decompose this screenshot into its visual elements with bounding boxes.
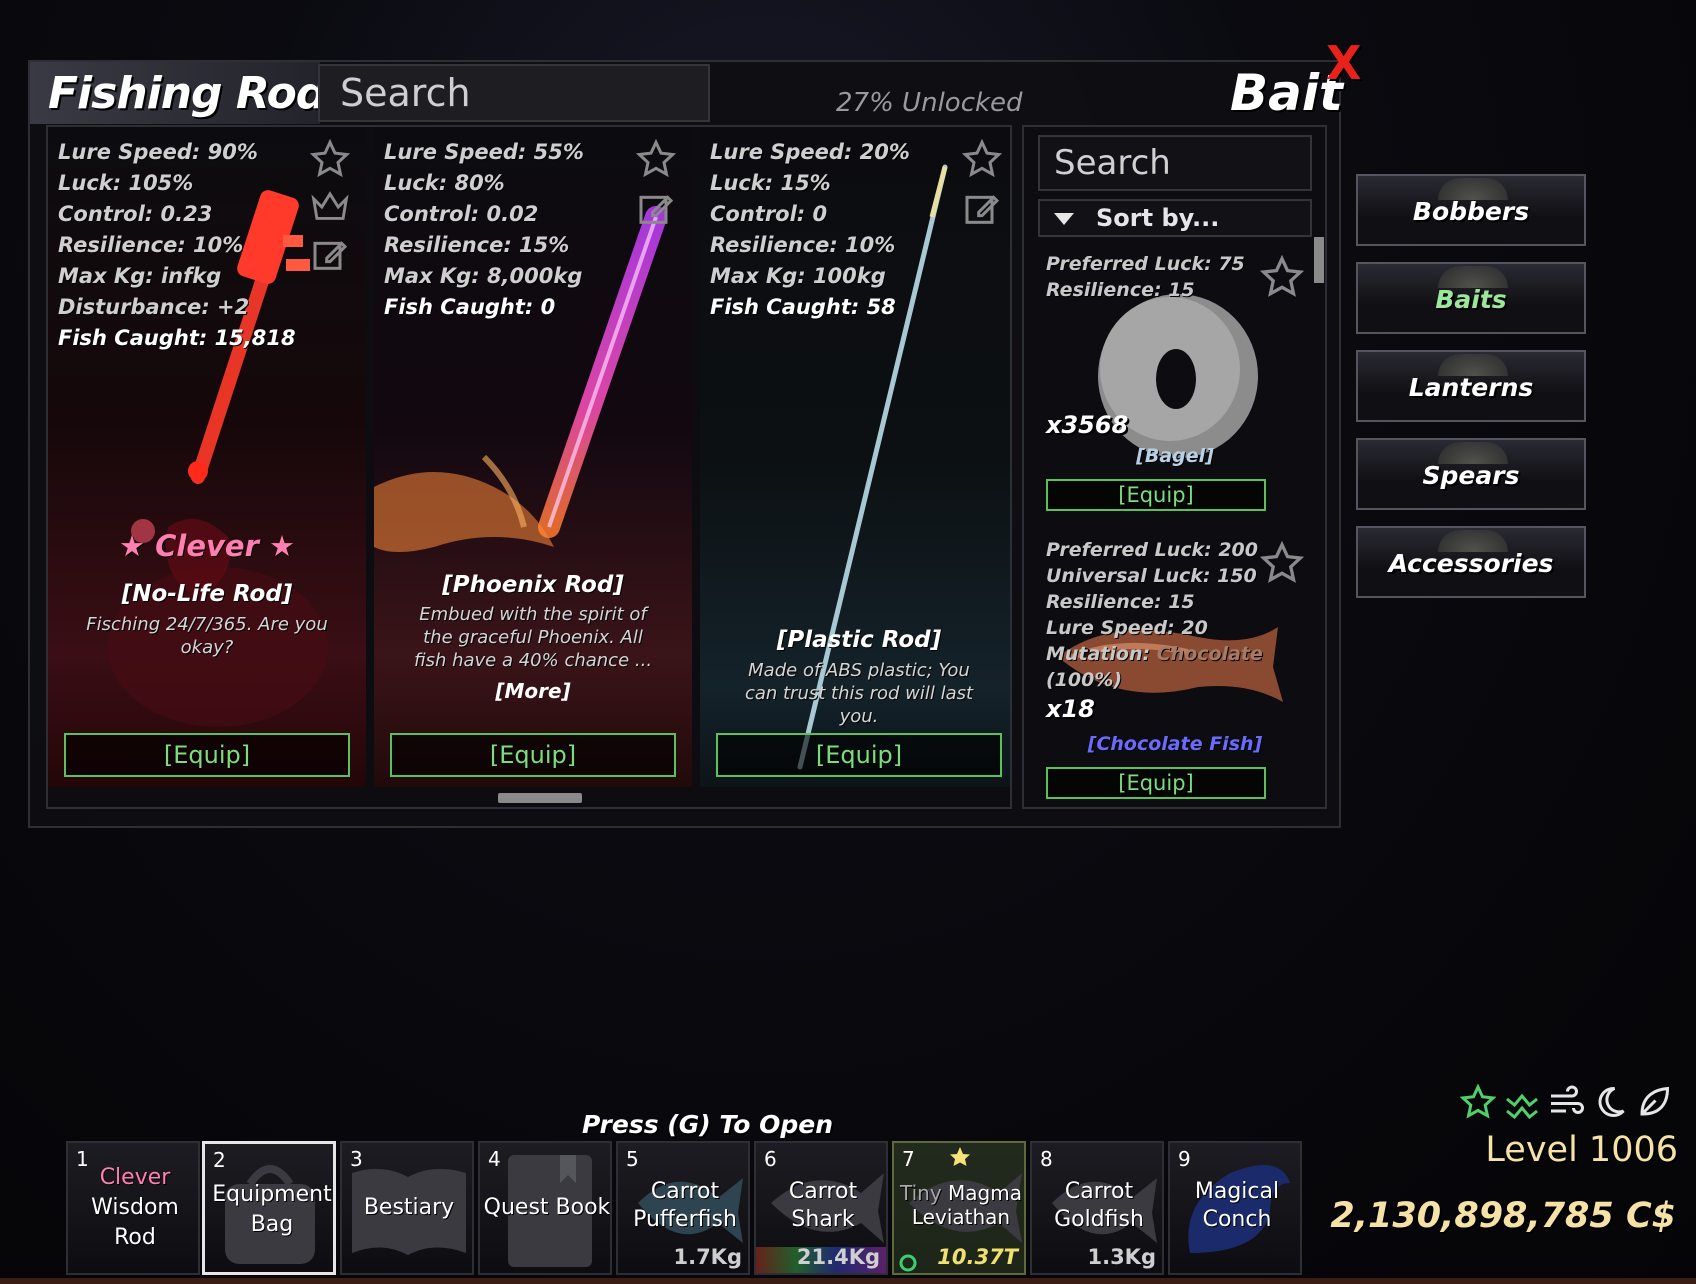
- bait-name: [Bagel]: [1136, 445, 1214, 467]
- rod-stats: Lure Speed: 90% Luck: 105% Control: 0.23 R…: [58, 140, 296, 350]
- bait-item[interactable]: Preferred Luck: 200 Universal Luck: 150 R…: [1038, 537, 1312, 807]
- rod-name: [Plastic Rod]: [776, 627, 942, 653]
- star-icon[interactable]: [636, 139, 676, 179]
- moon-icon: [1598, 1086, 1625, 1117]
- category-lanterns[interactable]: Lanterns: [1356, 350, 1586, 422]
- horizontal-scrollbar[interactable]: [498, 793, 582, 803]
- leaf-icon: [1640, 1086, 1670, 1116]
- rod-description: Embued with the spirit of the graceful P…: [413, 604, 653, 671]
- equip-button[interactable]: [Equip]: [1046, 767, 1266, 799]
- hotbar-slot-7[interactable]: 7 Tiny Magma Leviathan 10.37T: [892, 1141, 1026, 1275]
- rod-description: Made of ABS plastic; You can trust this …: [744, 660, 974, 727]
- hotbar-slot-4[interactable]: 4 Quest Book: [478, 1141, 612, 1275]
- category-accessories[interactable]: Accessories: [1356, 526, 1586, 598]
- page-title: Fishing Rods: [48, 68, 352, 119]
- hotbar-slot-8[interactable]: 8 Carrot Goldfish 1.3Kg: [1030, 1141, 1164, 1275]
- wind-wave-icon: [1506, 1093, 1538, 1120]
- open-hint: Press (G) To Open: [582, 1110, 833, 1139]
- star-icon[interactable]: [962, 139, 1002, 179]
- category-spears[interactable]: Spears: [1356, 438, 1586, 510]
- star-icon[interactable]: [1260, 541, 1304, 585]
- player-money: 2,130,898,785 C$: [1330, 1196, 1676, 1236]
- rod-card[interactable]: Lure Speed: 55% Luck: 80% Control: 0.02 Re…: [374, 127, 692, 787]
- rod-stats: Lure Speed: 55% Luck: 80% Control: 0.02 Re…: [384, 140, 584, 319]
- edit-icon[interactable]: [310, 235, 350, 275]
- hotbar-slot-2[interactable]: 2 Equipment Bag: [202, 1141, 336, 1275]
- bait-search-input[interactable]: Search: [1038, 135, 1312, 191]
- hotbar-slot-5[interactable]: 5 Carrot Pufferfish 1.7Kg: [616, 1141, 750, 1275]
- status-icons: [1460, 1084, 1682, 1124]
- hotbar-slot-6[interactable]: 6 Carrot Shark 21.4Kg: [754, 1141, 888, 1275]
- hotbar-slot-1[interactable]: 1 Clever Wisdom Rod: [66, 1141, 200, 1275]
- bait-stats: Preferred Luck: 75 Resilience: 15: [1046, 253, 1245, 301]
- crown-icon[interactable]: [310, 189, 350, 225]
- equip-button[interactable]: [Equip]: [64, 733, 350, 777]
- edit-icon[interactable]: [636, 189, 676, 229]
- rod-name: [No-Life Rod]: [121, 581, 293, 607]
- unlocked-percentage: 27% Unlocked: [836, 88, 1023, 118]
- hotbar-slot-9[interactable]: 9 Magical Conch: [1168, 1141, 1302, 1275]
- rod-rarity: ★ Clever ★: [119, 529, 295, 563]
- bait-name: [Chocolate Fish]: [1087, 733, 1263, 755]
- star-icon[interactable]: [310, 139, 350, 179]
- sort-triangle-icon: [1054, 213, 1074, 225]
- more-link[interactable]: [More]: [374, 679, 692, 703]
- bagel-image: [1098, 294, 1258, 458]
- equip-button[interactable]: [Equip]: [716, 733, 1002, 777]
- bottom-strip: [0, 1278, 1696, 1284]
- bait-item[interactable]: Preferred Luck: 75 Resilience: 15 x3568 […: [1038, 251, 1312, 521]
- player-level: Level 1006: [1485, 1130, 1678, 1170]
- category-baits[interactable]: Baits: [1356, 262, 1586, 334]
- bait-count: x3568: [1046, 411, 1129, 439]
- edit-icon[interactable]: [962, 189, 1002, 229]
- close-button[interactable]: X: [1326, 36, 1361, 90]
- rod-stats: Lure Speed: 20% Luck: 15% Control: 0 Resil…: [710, 140, 910, 319]
- rod-card[interactable]: Lure Speed: 90% Luck: 105% Control: 0.23 R…: [48, 127, 366, 787]
- category-bobbers[interactable]: Bobbers: [1356, 174, 1586, 246]
- rods-list[interactable]: Lure Speed: 90% Luck: 105% Control: 0.23 R…: [46, 125, 1012, 809]
- bait-count: x18: [1046, 695, 1095, 723]
- equip-button[interactable]: [Equip]: [1046, 479, 1266, 511]
- rod-description: Fisching 24/7/365. Are you okay?: [86, 614, 328, 658]
- rod-name: [Phoenix Rod]: [442, 572, 624, 598]
- vertical-scrollbar[interactable]: [1314, 237, 1324, 283]
- weather-star-icon: [1460, 1084, 1496, 1119]
- hotbar-slot-3[interactable]: 3 Bestiary: [340, 1141, 474, 1275]
- sort-dropdown[interactable]: Sort by...: [1038, 199, 1312, 237]
- equip-button[interactable]: [Equip]: [390, 733, 676, 777]
- rod-card[interactable]: Lure Speed: 20% Luck: 15% Control: 0 Resil…: [700, 127, 1010, 787]
- bait-panel: Search Sort by... Preferred Luck: 75 Resi…: [1022, 125, 1327, 809]
- star-icon[interactable]: [1260, 255, 1304, 299]
- wind-icon: [1551, 1085, 1584, 1114]
- rod-search-input[interactable]: Search: [318, 64, 710, 122]
